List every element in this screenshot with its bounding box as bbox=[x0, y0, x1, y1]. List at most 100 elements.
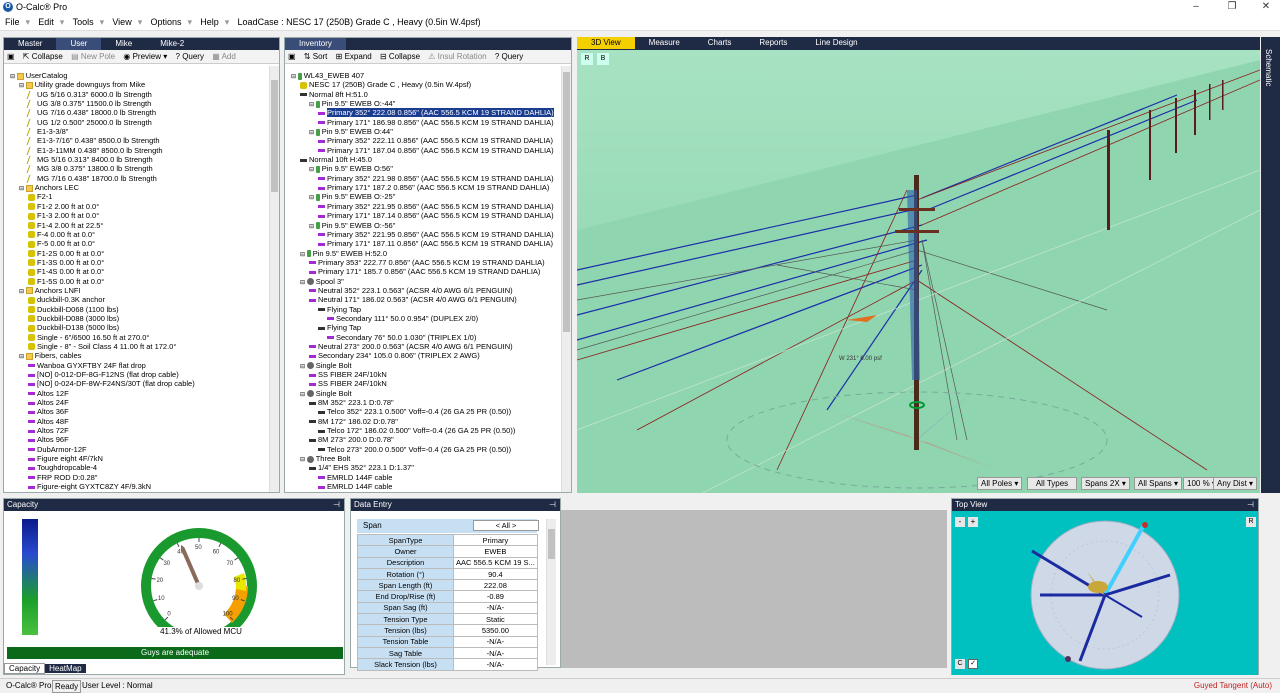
tree-node[interactable]: ⊟ UserCatalog bbox=[6, 71, 268, 80]
tree-node[interactable]: SS FIBER 24F/10kN bbox=[287, 370, 561, 379]
property-value[interactable]: -N/A- bbox=[453, 658, 538, 671]
center-button[interactable]: C bbox=[955, 659, 965, 669]
tree-node[interactable]: NESC 17 (250B) Grade C , Heavy (0.5in W.… bbox=[287, 80, 561, 89]
query-button[interactable]: ? Query bbox=[492, 50, 526, 63]
tree-node[interactable]: Primary 352° 222.08 0.856" (AAC 556.5 KC… bbox=[287, 108, 561, 118]
add-button[interactable]: ▦ Add bbox=[209, 50, 239, 63]
tree-node[interactable]: ⊟ Utility grade downguys from Mike bbox=[6, 80, 268, 89]
tree-node[interactable]: Primary 171° 187.2 0.856" (AAC 556.5 KCM… bbox=[287, 183, 561, 192]
tree-node[interactable]: ⊟ Pin 9.5" EWEB O:-56" bbox=[287, 221, 561, 230]
expander-icon[interactable]: ⊟ bbox=[19, 186, 26, 192]
tree-node[interactable]: MG 7/16 0.438" 18700.0 lb Strength bbox=[6, 174, 268, 183]
tree-node[interactable]: Primary 352° 221.95 0.856" (AAC 556.5 KC… bbox=[287, 202, 561, 211]
show-checkbox[interactable]: ✓ bbox=[968, 659, 978, 669]
property-value[interactable]: -N/A- bbox=[453, 601, 538, 615]
expander-icon[interactable]: ⊟ bbox=[309, 195, 316, 201]
property-value[interactable]: 222.08 bbox=[453, 579, 538, 592]
view-3d[interactable]: W 231° 6.00 psf R B All Poles ▾ All Type… bbox=[577, 37, 1260, 493]
tree-node[interactable]: F2-1 bbox=[6, 192, 268, 201]
tree-node[interactable]: EMRLD 144F cable bbox=[287, 482, 561, 491]
tree-node[interactable]: Flying Tap bbox=[287, 323, 561, 332]
tree-node[interactable]: Primary 352° 221.98 0.856" (AAC 556.5 KC… bbox=[287, 174, 561, 183]
pin-icon[interactable]: ⊣ bbox=[1247, 499, 1258, 511]
property-value[interactable]: 5350.00 bbox=[453, 624, 538, 637]
tree-node[interactable]: SS FIBER 24F/10kN bbox=[287, 379, 561, 388]
expander-icon[interactable]: ⊟ bbox=[309, 224, 316, 230]
tree-node[interactable]: Altos 36F bbox=[6, 407, 268, 416]
expander-icon[interactable]: ⊟ bbox=[19, 289, 26, 295]
property-value[interactable]: EWEB bbox=[453, 545, 538, 558]
reset-button[interactable]: R bbox=[1246, 517, 1256, 527]
tree-node[interactable]: 1/4" EHS 352° 223.1 D:1.37" bbox=[287, 463, 561, 472]
tree-node[interactable]: Duckbill-D138 (5000 lbs) bbox=[6, 323, 268, 332]
tab-capacity[interactable]: Capacity bbox=[4, 663, 46, 674]
tree-node[interactable]: ⊟ Pin 9.5" EWEB H:52.0 bbox=[287, 249, 561, 258]
toggle-icon[interactable]: ▣ bbox=[4, 50, 18, 63]
tree-node[interactable]: [NO] 0-024-DF-8W-F24NS/30T (flat drop ca… bbox=[6, 379, 268, 388]
expander-icon[interactable]: ⊟ bbox=[300, 392, 307, 398]
tree-node[interactable]: Neutral 171° 186.02 0.563" (ACSR 4/0 AWG… bbox=[287, 295, 561, 304]
query-button[interactable]: ? Query bbox=[173, 50, 207, 63]
menu-view[interactable]: View bbox=[107, 15, 136, 29]
tree-node[interactable]: Duckbill-D088 (3000 lbs) bbox=[6, 314, 268, 323]
expander-icon[interactable]: ⊟ bbox=[291, 74, 298, 80]
menu-tools[interactable]: Tools bbox=[68, 15, 99, 29]
tree-node[interactable]: Primary 171° 186.98 0.856" (AAC 556.5 KC… bbox=[287, 118, 561, 127]
tree-node[interactable]: Primary 352° 221.95 0.856" (AAC 556.5 KC… bbox=[287, 230, 561, 239]
menu-edit[interactable]: Edit bbox=[33, 15, 59, 29]
property-value[interactable]: AAC 556.5 KCM 19 S... bbox=[453, 556, 538, 569]
pin-icon[interactable]: ⊣ bbox=[549, 499, 560, 511]
tree-node[interactable]: ⊟ Single Bolt bbox=[287, 361, 561, 370]
tree-node[interactable]: E1-3-11MM 0.438" 8500.0 lb Strength bbox=[6, 146, 268, 155]
tree-node[interactable]: Secondary 234° 105.0 0.806" (TRIPLEX 2 A… bbox=[287, 351, 561, 360]
tab-mike[interactable]: Mike bbox=[101, 38, 146, 50]
minimize-icon[interactable]: – bbox=[1184, 1, 1208, 13]
tree-node[interactable]: Neutral 273° 200.0 0.563" (ACSR 4/0 AWG … bbox=[287, 342, 561, 351]
tree-node[interactable]: Altos 12F bbox=[6, 389, 268, 398]
tree-node[interactable]: Primary 171° 187.11 0.856" (AAC 556.5 KC… bbox=[287, 239, 561, 248]
property-value[interactable]: Primary bbox=[453, 533, 538, 547]
tree-node[interactable]: Primary 352° 222.11 0.856" (AAC 556.5 KC… bbox=[287, 136, 561, 145]
insul-rotation-button[interactable]: ⚠ Insul Rotation bbox=[425, 50, 489, 63]
tree-node[interactable]: Primary 171° 187.14 0.856" (AAC 556.5 KC… bbox=[287, 211, 561, 220]
inventory-scrollbar[interactable] bbox=[561, 66, 571, 492]
tree-node[interactable]: Altos 24F bbox=[6, 398, 268, 407]
tree-node[interactable]: [NO] 0-012-DF-8G-F12NS (flat drop cable) bbox=[6, 370, 268, 379]
tree-node[interactable]: F1-4S 0.00 ft at 0.0° bbox=[6, 267, 268, 276]
close-icon[interactable]: ✕ bbox=[1254, 1, 1278, 13]
tree-node[interactable]: UG 1/2 0.500" 25000.0 lb Strength bbox=[6, 118, 268, 127]
expander-icon[interactable]: ⊟ bbox=[309, 102, 316, 108]
tree-node[interactable]: Primary 353° 222.77 0.856" (AAC 556.5 KC… bbox=[287, 258, 561, 267]
property-value[interactable]: -0.89 bbox=[453, 590, 538, 603]
tab-user[interactable]: User bbox=[56, 38, 102, 50]
tab-mike-2[interactable]: Mike-2 bbox=[146, 38, 198, 50]
tree-node[interactable]: ⊟ Anchors LEC bbox=[6, 183, 268, 192]
collapse-button[interactable]: ⇱ Collapse bbox=[20, 50, 66, 63]
tree-node[interactable]: Toughdropcable-4 bbox=[6, 463, 268, 472]
tree-node[interactable]: ⊟ Pin 9.5" EWEB O:44" bbox=[287, 127, 561, 136]
tree-node[interactable]: F1-2 2.00 ft at 0.0° bbox=[6, 202, 268, 211]
tree-node[interactable]: Altos 48F bbox=[6, 417, 268, 426]
schematic-tab[interactable]: Schematic bbox=[1261, 37, 1280, 493]
tab-3d-view[interactable]: 3D View bbox=[577, 37, 635, 49]
tree-node[interactable]: MG 5/16 0.313" 8400.0 lb Strength bbox=[6, 155, 268, 165]
property-value[interactable]: 90.4 bbox=[453, 567, 538, 581]
tree-node[interactable]: Normal 10ft H:45.0 bbox=[287, 155, 561, 164]
tree-node[interactable]: Primary 171° 185.7 0.856" (AAC 556.5 KCM… bbox=[287, 267, 561, 276]
expander-icon[interactable]: ⊟ bbox=[309, 130, 316, 136]
tree-node[interactable]: ⊟ Three Bolt bbox=[287, 454, 561, 463]
tree-node[interactable]: MG 3/8 0.375" 13800.0 lb Strength bbox=[6, 164, 268, 174]
tree-node[interactable]: 8M 273° 200.0 D:0.78" bbox=[287, 435, 561, 444]
tree-node[interactable]: ⊟ Pin 9.5" EWEB O:56" bbox=[287, 164, 561, 173]
view-r-button[interactable]: R bbox=[581, 53, 593, 65]
expander-icon[interactable]: ⊟ bbox=[300, 457, 307, 463]
expand-button[interactable]: ⊞ Expand bbox=[333, 50, 375, 63]
catalog-scrollbar[interactable] bbox=[269, 66, 279, 492]
spans-select[interactable]: Spans 2X ▾ bbox=[1081, 477, 1130, 490]
preview-button[interactable]: ◉ Preview ▾ bbox=[120, 50, 170, 63]
tree-node[interactable]: FRP ROD D:0.28" bbox=[6, 473, 268, 482]
tree-node[interactable]: Flying Tap bbox=[287, 305, 561, 314]
distance-select[interactable]: Any Dist ▾ bbox=[1213, 477, 1258, 490]
tree-node[interactable]: Figure-eight GYXTC8ZY 4F/9.3kN bbox=[6, 482, 268, 491]
property-value[interactable]: -N/A- bbox=[453, 646, 538, 660]
